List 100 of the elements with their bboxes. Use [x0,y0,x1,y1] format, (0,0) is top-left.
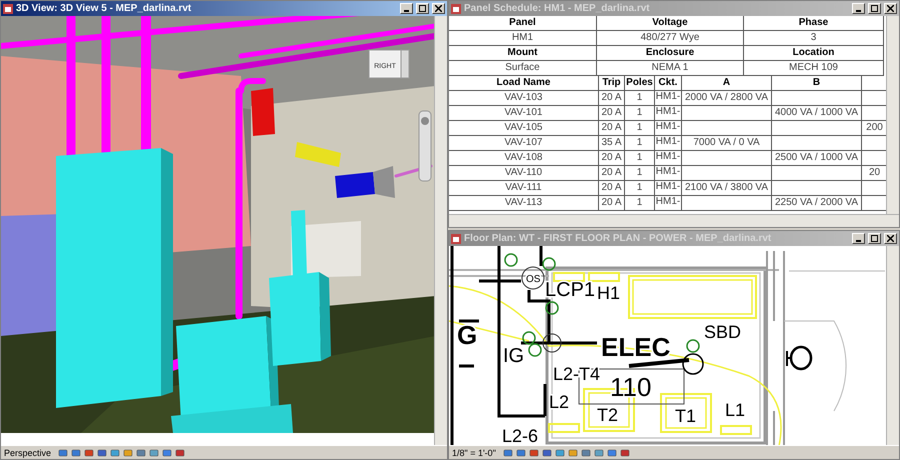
view-control-icon[interactable] [580,448,591,458]
plan-label: T1 [675,406,696,426]
table-cell: 480/277 Wye [597,31,744,46]
plan-label: LCP1 [545,279,596,301]
table-cell: 20 A [599,121,625,136]
plan-label: G [457,320,478,350]
plan-label: L1 [725,400,746,420]
view-control-icon[interactable] [149,448,160,458]
view-control-icon[interactable] [554,448,565,458]
maximize-button[interactable] [416,3,429,14]
table-cell: NEMA 1 [597,61,744,76]
view-control-icon[interactable] [516,448,526,458]
plan-label: 110 [610,372,652,402]
table-cell: Surface [449,61,597,76]
table-cell: 35 A [599,136,625,151]
navigation-bar[interactable] [418,110,432,182]
column-header: Mount [449,46,597,61]
table-cell: 7000 VA / 0 VA [682,136,772,151]
minimize-button[interactable] [852,3,865,14]
view-control-icon[interactable] [110,448,120,458]
view-control-icon[interactable] [620,448,630,458]
view-control-icon[interactable] [84,448,94,458]
close-button[interactable] [884,3,897,14]
table-cell: 1 [625,136,655,151]
view-control-icon[interactable] [175,448,186,458]
table-cell: VAV-107 [449,136,599,151]
column-header: Voltage [597,16,744,31]
table-cell: VAV-108 [449,151,599,166]
close-icon [435,5,442,12]
app-icon [3,4,13,14]
view-control-icon[interactable] [71,448,82,458]
plan-label: IG [503,345,524,367]
table-cell: HM1- [655,181,682,196]
table-cell: 1 [625,166,655,181]
vertical-scrollbar[interactable] [886,246,899,445]
minimize-button[interactable] [852,233,865,244]
maximize-button[interactable] [868,3,881,14]
horizontal-scrollbar[interactable] [449,214,899,227]
column-header: Trip [599,76,625,91]
view-control-icon[interactable] [136,448,146,458]
table-cell: VAV-105 [449,121,599,136]
view-control-icon[interactable] [58,448,68,458]
plan-label: L2-6 [502,426,538,445]
view-control-icon[interactable] [568,448,578,458]
view-control-icon[interactable] [97,448,108,458]
plan-label: L2 [549,392,570,412]
maximize-button[interactable] [868,233,881,244]
table-cell: 1 [625,91,655,106]
view-control-icon[interactable] [123,448,134,458]
view-control-icon[interactable] [606,448,617,458]
window-title: Panel Schedule: HM1 - MEP_darlina.rvt [464,3,651,14]
view-control-icon[interactable] [162,448,172,458]
column-header: Phase [744,16,884,31]
vertical-scrollbar[interactable] [434,16,447,445]
column-header: A [682,76,772,91]
table-cell: 4000 VA / 1000 VA [772,106,862,121]
table-cell: 1 [625,196,655,211]
table-cell: HM1- [655,106,682,121]
close-button[interactable] [432,3,445,14]
column-header: Enclosure [597,46,744,61]
table-cell: 20 A [599,91,625,106]
view-control-icon[interactable] [528,448,539,458]
table-cell: 2000 VA / 2800 VA [682,91,772,106]
table-cell: HM1 [449,31,597,46]
plan-label: OS [526,274,540,285]
close-icon [887,5,894,12]
plan-label: T2 [597,405,618,425]
table-cell: HM1- [655,121,682,136]
view-scale-text: Perspective [4,448,52,458]
column-header: Poles [625,76,655,91]
app-icon [451,234,461,244]
table-cell: HM1- [655,166,682,181]
app-icon [451,4,461,14]
close-button[interactable] [884,233,897,244]
vertical-scrollbar[interactable] [886,16,899,214]
table-cell: HM1- [655,151,682,166]
maximize-icon [871,235,878,242]
table-cell: 2500 VA / 1000 VA [772,151,862,166]
table-cell: VAV-113 [449,196,599,211]
table-cell: 2100 VA / 3800 VA [682,181,772,196]
minimize-button[interactable] [400,3,413,14]
maximize-icon [419,5,426,12]
column-header: Load Name [449,76,599,91]
view-control-icon[interactable] [542,448,552,458]
table-cell: MECH 109 [744,61,884,76]
table-cell: 1 [625,121,655,136]
table-cell: 20 A [599,196,625,211]
column-header: B [772,76,862,91]
viewcube[interactable] [368,50,410,78]
view-scale-text: 1/8" = 1'-0" [452,448,496,458]
plan-label: SBD [704,322,742,342]
table-cell: HM1- [655,136,682,151]
table-cell: 20 A [599,151,625,166]
window-title: 3D View: 3D View 5 - MEP_darlina.rvt [16,3,192,14]
view-control-icon[interactable] [502,448,513,458]
table-cell: 1 [625,106,655,121]
column-header: Panel [449,16,597,31]
maximize-icon [871,5,878,12]
close-icon [887,235,894,242]
view-control-icon[interactable] [594,448,604,458]
